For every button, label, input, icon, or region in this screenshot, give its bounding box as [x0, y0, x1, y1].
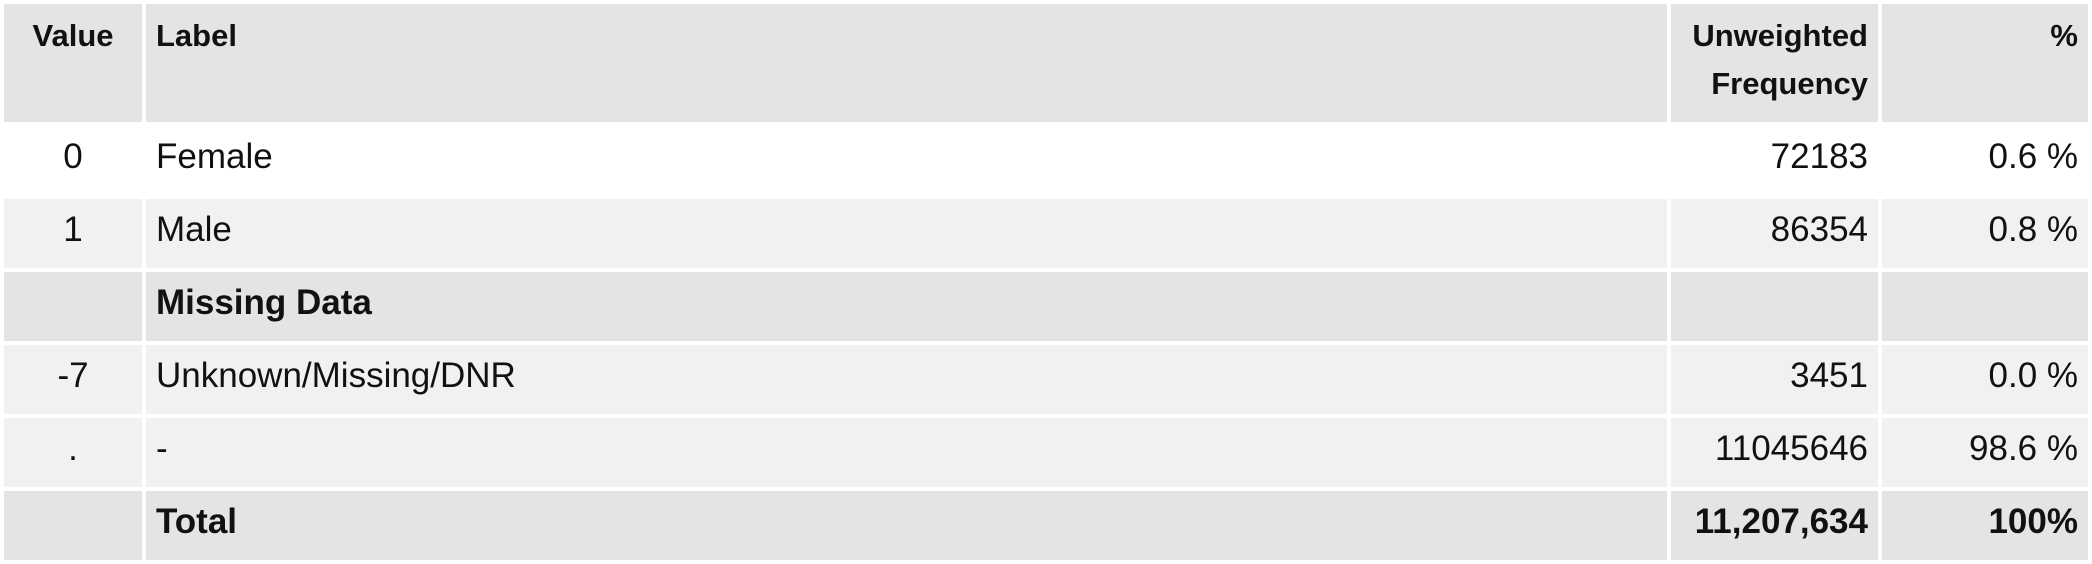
cell-empty	[4, 491, 142, 560]
cell-frequency: 3451	[1671, 345, 1878, 414]
frequency-table: Value Label Unweighted Frequency % 0 Fem…	[0, 0, 2092, 564]
cell-label: Male	[146, 199, 1667, 268]
cell-label: -	[146, 418, 1667, 487]
cell-label: Female	[146, 126, 1667, 195]
total-label: Total	[146, 491, 1667, 560]
cell-frequency: 72183	[1671, 126, 1878, 195]
header-percent: %	[1882, 4, 2088, 122]
cell-value: 1	[4, 199, 142, 268]
cell-percent: 0.6 %	[1882, 126, 2088, 195]
table-row: 0 Female 72183 0.6 %	[4, 126, 2088, 195]
header-value: Value	[4, 4, 142, 122]
table-row: . - 11045646 98.6 %	[4, 418, 2088, 487]
missing-data-section-row: Missing Data	[4, 272, 2088, 341]
cell-value: .	[4, 418, 142, 487]
total-frequency: 11,207,634	[1671, 491, 1878, 560]
cell-frequency: 86354	[1671, 199, 1878, 268]
table-row: -7 Unknown/Missing/DNR 3451 0.0 %	[4, 345, 2088, 414]
cell-percent: 98.6 %	[1882, 418, 2088, 487]
header-label: Label	[146, 4, 1667, 122]
table-row: 1 Male 86354 0.8 %	[4, 199, 2088, 268]
cell-label: Unknown/Missing/DNR	[146, 345, 1667, 414]
section-label: Missing Data	[146, 272, 1667, 341]
header-row: Value Label Unweighted Frequency %	[4, 4, 2088, 122]
cell-value: -7	[4, 345, 142, 414]
cell-empty	[4, 272, 142, 341]
total-percent: 100%	[1882, 491, 2088, 560]
total-row: Total 11,207,634 100%	[4, 491, 2088, 560]
cell-value: 0	[4, 126, 142, 195]
cell-frequency: 11045646	[1671, 418, 1878, 487]
cell-percent: 0.0 %	[1882, 345, 2088, 414]
cell-empty	[1671, 272, 1878, 341]
cell-empty	[1882, 272, 2088, 341]
cell-percent: 0.8 %	[1882, 199, 2088, 268]
header-frequency-line2: Frequency	[1711, 66, 1868, 101]
header-frequency: Unweighted Frequency	[1671, 4, 1878, 122]
header-frequency-line1: Unweighted	[1692, 18, 1868, 53]
